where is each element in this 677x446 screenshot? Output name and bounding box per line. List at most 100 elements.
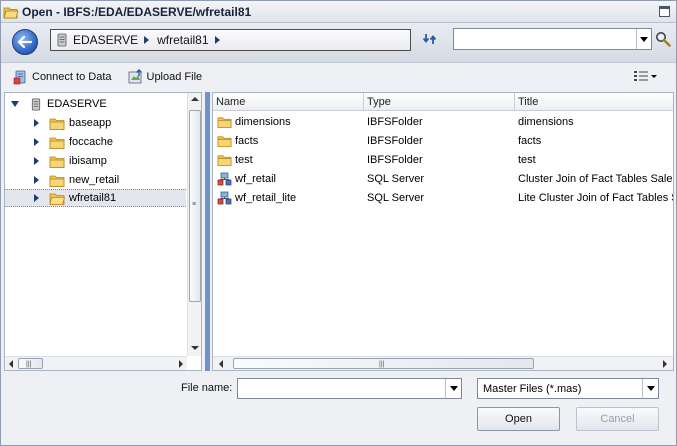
open-folder-icon	[49, 193, 65, 205]
breadcrumb-segment-folder[interactable]: wfretail81	[157, 33, 208, 47]
tree-item-root[interactable]: EDASERVE	[11, 95, 107, 113]
row-name: test	[235, 153, 253, 166]
grip-icon: ≡	[192, 201, 197, 208]
scrollbar-thumb[interactable]: |||	[18, 358, 43, 369]
tree-item-label: wfretail81	[69, 192, 117, 204]
cell-title: facts	[518, 134, 542, 147]
folder-tree[interactable]: EDASERVE baseapp foccache ibisamp new_re…	[4, 92, 202, 371]
tree-vertical-scrollbar[interactable]: ≡	[187, 93, 201, 356]
scroll-down-arrow-icon[interactable]	[191, 346, 199, 350]
table-row[interactable]: test IBFSFolder test	[213, 150, 673, 169]
expand-arrow-icon[interactable]	[34, 176, 39, 184]
connect-to-data-button[interactable]: Connect to Data	[10, 66, 115, 88]
pane-splitter[interactable]	[205, 92, 210, 371]
chevron-down-icon	[651, 74, 657, 78]
scroll-right-arrow-icon[interactable]	[663, 360, 667, 368]
folder-icon	[49, 118, 65, 130]
chevron-down-icon	[449, 386, 458, 391]
scroll-left-arrow-icon[interactable]	[219, 360, 223, 368]
expand-arrow-icon[interactable]	[34, 194, 39, 202]
filename-input[interactable]	[238, 379, 443, 398]
tree-item-wfretail81[interactable]: wfretail81	[5, 189, 186, 207]
table-row[interactable]: wf_retail_lite SQL Server Lite Cluster J…	[213, 188, 673, 207]
search-field[interactable]	[453, 28, 652, 50]
row-name: dimensions	[235, 115, 291, 128]
refresh-arrows-icon	[422, 34, 437, 44]
filename-label: File name:	[181, 382, 233, 394]
title-bar: Open - IBFS:/EDA/EDASERVE/wfretail81	[1, 1, 676, 23]
open-button[interactable]: Open	[477, 407, 560, 431]
file-list[interactable]: Name Type Title dimensions IBFSFolder di…	[212, 92, 674, 371]
cancel-button[interactable]: Cancel	[576, 407, 659, 431]
window-title: Open - IBFS:/EDA/EDASERVE/wfretail81	[22, 4, 252, 19]
tree-item-label: EDASERVE	[47, 98, 107, 110]
tree-item-new-retail[interactable]: new_retail	[34, 171, 119, 189]
scroll-up-arrow-icon[interactable]	[190, 97, 199, 101]
scrollbar-thumb[interactable]: ≡	[189, 110, 201, 302]
search-input[interactable]	[454, 29, 634, 49]
list-horizontal-scrollbar[interactable]: |||	[213, 356, 673, 370]
breadcrumb[interactable]: EDASERVE wfretail81	[50, 29, 411, 51]
folder-icon	[49, 156, 65, 168]
search-icon[interactable]	[655, 31, 671, 47]
table-row[interactable]: dimensions IBFSFolder dimensions	[213, 112, 673, 131]
column-header-title[interactable]: Title	[515, 93, 673, 111]
details-view-icon	[634, 71, 648, 81]
sql-table-icon	[217, 191, 232, 204]
upload-file-button[interactable]: Upload File	[125, 66, 206, 88]
file-type-dropdown-button[interactable]	[642, 379, 658, 398]
cell-name: wf_retail	[215, 169, 363, 188]
upload-file-icon	[128, 69, 142, 84]
file-type-value: Master Files (*.mas)	[483, 382, 582, 395]
column-header-name[interactable]: Name	[213, 93, 364, 111]
scrollbar-thumb[interactable]: |||	[233, 358, 534, 369]
view-options-button[interactable]	[633, 68, 657, 84]
tree-item-ibisamp[interactable]: ibisamp	[34, 152, 107, 170]
back-arrow-icon	[18, 36, 32, 48]
upload-file-label: Upload File	[146, 71, 203, 83]
scroll-right-arrow-icon[interactable]	[179, 360, 183, 368]
table-row[interactable]: wf_retail SQL Server Cluster Join of Fac…	[213, 169, 673, 188]
breadcrumb-arrow-icon[interactable]	[214, 36, 220, 44]
folder-icon	[49, 175, 65, 187]
tree-item-foccache[interactable]: foccache	[34, 133, 113, 151]
navigation-bar: EDASERVE wfretail81	[1, 23, 676, 63]
expand-arrow-icon[interactable]	[34, 119, 39, 127]
refresh-button[interactable]	[421, 31, 439, 49]
table-row[interactable]: facts IBFSFolder facts	[213, 131, 673, 150]
server-icon	[57, 33, 67, 47]
tree-horizontal-scrollbar[interactable]: |||	[5, 356, 187, 370]
file-type-select[interactable]: Master Files (*.mas)	[477, 378, 659, 399]
row-name: wf_retail_lite	[235, 191, 297, 204]
tree-item-label: new_retail	[69, 174, 120, 186]
filename-dropdown-button[interactable]	[445, 379, 461, 398]
row-name: facts	[235, 134, 259, 147]
folder-icon	[217, 135, 232, 147]
breadcrumb-arrow-icon[interactable]	[144, 36, 150, 44]
tree-item-label: foccache	[69, 136, 114, 148]
scroll-left-arrow-icon[interactable]	[9, 360, 13, 368]
cell-name: facts	[215, 131, 363, 150]
column-header-label: Name	[216, 95, 246, 108]
column-header-type[interactable]: Type	[364, 93, 515, 111]
search-dropdown-button[interactable]	[636, 29, 651, 49]
cell-type: IBFSFolder	[367, 134, 423, 147]
open-dialog: Open - IBFS:/EDA/EDASERVE/wfretail81 EDA…	[0, 0, 677, 446]
collapse-arrow-icon[interactable]	[11, 101, 19, 107]
expand-arrow-icon[interactable]	[34, 157, 39, 165]
cell-type: IBFSFolder	[367, 115, 423, 128]
chevron-down-icon	[640, 36, 648, 42]
tree-item-baseapp[interactable]: baseapp	[34, 114, 111, 132]
maximize-button[interactable]	[659, 6, 670, 17]
folder-icon	[217, 116, 232, 128]
cell-type: SQL Server	[367, 172, 425, 185]
back-button[interactable]	[12, 29, 38, 55]
filename-field[interactable]	[237, 378, 462, 399]
database-connect-icon	[13, 70, 26, 85]
expand-arrow-icon[interactable]	[34, 138, 39, 146]
folder-icon	[217, 154, 232, 166]
grip-icon: |||	[379, 361, 385, 368]
toolbar: Connect to Data Upload File	[1, 64, 676, 90]
grip-icon: |||	[26, 361, 32, 368]
breadcrumb-segment-server[interactable]: EDASERVE	[73, 33, 138, 47]
